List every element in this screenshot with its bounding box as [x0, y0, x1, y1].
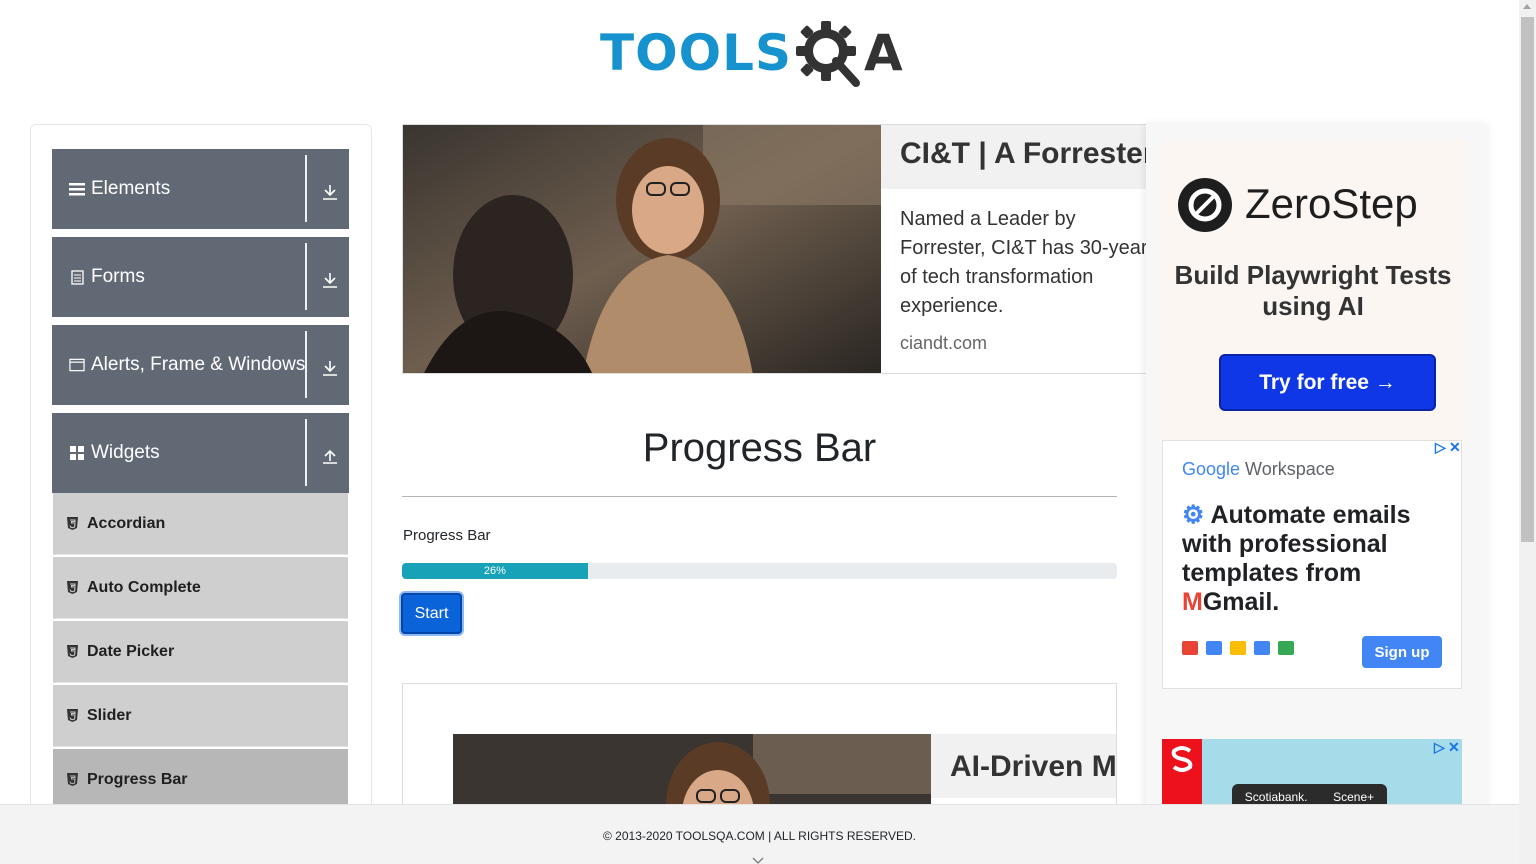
download-arrow-icon[interactable]: [318, 267, 342, 291]
menu-item-slider[interactable]: Slider: [53, 685, 348, 747]
upload-arrow-icon[interactable]: [318, 443, 342, 467]
divider: [305, 155, 307, 222]
gmail-icon: M: [1182, 588, 1203, 616]
menu-item-label: Slider: [87, 706, 132, 724]
menu-item-progress-bar[interactable]: Progress Bar: [53, 749, 348, 811]
grid-icon: [69, 445, 85, 461]
gear-icon: ⚙: [1182, 501, 1205, 529]
html5-icon: [67, 709, 79, 723]
download-arrow-icon[interactable]: [318, 355, 342, 379]
footer: © 2013-2020 TOOLSQA.COM | ALL RIGHTS RES…: [0, 804, 1519, 864]
group-elements[interactable]: Elements: [52, 149, 349, 229]
progress-bar-label: Progress Bar: [403, 527, 491, 544]
right-ads-column: ZeroStep Build Playwright Tests using AI…: [1146, 124, 1489, 824]
page: TOOLS A Elements Forms Alerts, Frame & W…: [0, 0, 1536, 864]
adchoices-icon[interactable]: ▷: [1434, 739, 1445, 756]
document-icon: [69, 269, 85, 285]
meet-app-icon: [1278, 641, 1294, 655]
divider: [402, 496, 1117, 497]
menu-item-date-picker[interactable]: Date Picker: [53, 621, 348, 683]
menu-item-auto-complete[interactable]: Auto Complete: [53, 557, 348, 619]
vertical-scrollbar[interactable]: [1519, 0, 1536, 864]
close-icon[interactable]: ✕: [1448, 739, 1460, 756]
menu-item-label: Accordian: [87, 514, 166, 532]
start-button[interactable]: Start: [401, 593, 462, 634]
progress-bar-fill: 26%: [402, 563, 588, 579]
chevron-down-icon[interactable]: [752, 852, 764, 864]
zerostep-ad[interactable]: ZeroStep Build Playwright Tests using AI…: [1163, 140, 1463, 440]
group-label: Elements: [91, 178, 171, 199]
menu-item-label: Auto Complete: [87, 578, 201, 596]
html5-icon: [67, 773, 79, 787]
ad-headline: AI-Driven Mod: [950, 750, 1117, 783]
zerostep-name: ZeroStep: [1245, 180, 1418, 227]
google-ad-body: Automate emails with professional templa…: [1182, 501, 1411, 587]
sign-up-button[interactable]: Sign up: [1362, 636, 1442, 668]
ad-photo: [403, 125, 881, 373]
google-ad-text: ⚙ Automate emails with professional temp…: [1182, 501, 1457, 617]
workspace-wordmark: Workspace: [1240, 459, 1335, 479]
menu-item-accordian[interactable]: Accordian: [53, 493, 348, 555]
close-icon[interactable]: ✕: [1449, 439, 1461, 456]
window-icon: [69, 357, 85, 373]
ad-headline: CI&T | A Forrester: [900, 137, 1155, 170]
drive-app-icon: [1230, 641, 1246, 655]
footer-copyright: © 2013-2020 TOOLSQA.COM | ALL RIGHTS RES…: [603, 829, 916, 843]
adchoices-icon[interactable]: ▷: [1435, 439, 1446, 456]
google-wordmark: Google: [1182, 459, 1241, 479]
group-label: Widgets: [91, 442, 160, 463]
page-title: Progress Bar: [642, 426, 877, 470]
group-alerts-frame-windows[interactable]: Alerts, Frame & Windows: [52, 325, 349, 405]
calendar-app-icon: [1206, 641, 1222, 655]
ad-body-text: Named a Leader by Forrester, CI&T has 30…: [900, 208, 1148, 317]
hamburger-icon: [69, 181, 85, 197]
gear-magnifier-icon: [794, 15, 868, 91]
gmail-app-icon: [1182, 641, 1198, 655]
html5-icon: [67, 645, 79, 659]
left-panel: Elements Forms Alerts, Frame & Windows W…: [30, 124, 372, 824]
download-arrow-icon[interactable]: [318, 179, 342, 203]
zerostep-logo-icon: [1178, 178, 1232, 232]
progress-bar: 26%: [402, 563, 1117, 579]
google-workspace-ad[interactable]: ▷ ✕ Google Workspace ⚙ Automate emails w…: [1162, 439, 1462, 689]
try-for-free-button[interactable]: Try for free →: [1219, 354, 1436, 411]
html5-icon: [67, 517, 79, 531]
workspace-apps: [1182, 641, 1294, 655]
divider: [305, 243, 307, 310]
group-widgets[interactable]: Widgets: [52, 413, 349, 493]
zerostep-tagline: Build Playwright Tests using AI: [1174, 260, 1452, 321]
menu-item-label: Date Picker: [87, 642, 175, 660]
divider: [305, 419, 307, 486]
bottom-advertisement[interactable]: AI-Driven Mod: [402, 683, 1117, 823]
group-forms[interactable]: Forms: [52, 237, 349, 317]
toolsqa-logo[interactable]: TOOLS A: [600, 14, 925, 92]
scroll-up-arrow-icon[interactable]: [1523, 4, 1531, 9]
logo-text-a: A: [864, 24, 903, 82]
top-advertisement[interactable]: CI&T | A Forrester Named a Leader by For…: [402, 124, 1162, 374]
google-workspace-logo: Google Workspace: [1182, 459, 1335, 480]
html5-icon: [67, 581, 79, 595]
group-label: Forms: [91, 266, 145, 287]
gmail-label: Gmail.: [1202, 588, 1280, 616]
divider: [305, 331, 307, 398]
menu-item-label: Progress Bar: [87, 770, 188, 788]
docs-app-icon: [1254, 641, 1270, 655]
logo-text-tools: TOOLS: [600, 24, 792, 82]
ad-domain: ciandt.com: [900, 333, 988, 353]
group-label: Alerts, Frame & Windows: [91, 354, 306, 375]
scrollbar-thumb[interactable]: [1521, 17, 1534, 542]
